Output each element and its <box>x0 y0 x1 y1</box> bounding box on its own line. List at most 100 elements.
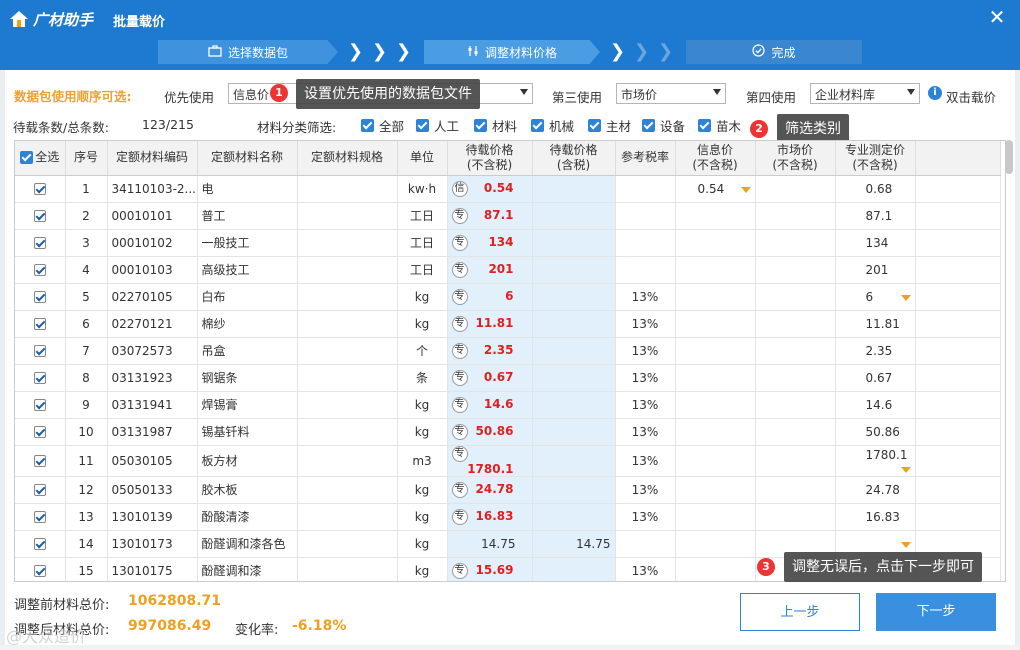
cell-pro-price[interactable]: 50.86 <box>835 418 916 446</box>
cell-pro-price[interactable]: 16.83 <box>835 503 916 531</box>
filter-main-material[interactable]: 主材 <box>588 116 631 135</box>
row-checkbox[interactable] <box>33 372 46 384</box>
row-checkbox[interactable] <box>33 237 46 249</box>
step-adjust-price[interactable]: 调整材料价格 <box>424 40 600 64</box>
row-checkbox[interactable] <box>33 399 46 411</box>
row-checkbox[interactable] <box>33 318 46 330</box>
price-value: 16.83 <box>475 508 514 523</box>
step-select-package[interactable]: 选择数据包 <box>158 40 338 64</box>
table-row[interactable]: 13 13010139 酚酸清漆 kg 专 16.83 13% 16.83 <box>15 503 1001 531</box>
cell-info-price[interactable] <box>675 283 756 311</box>
cell-pro-price[interactable]: 24.78 <box>835 476 916 504</box>
row-checkbox[interactable] <box>33 210 46 222</box>
row-checkbox[interactable] <box>33 484 46 496</box>
cell-price-in <box>532 310 616 338</box>
row-checkbox[interactable] <box>33 264 46 276</box>
table-row[interactable]: 7 03072573 吊盒 个专 2.35 13% 2.35 <box>15 337 1001 365</box>
cell-info-price[interactable] <box>675 364 756 392</box>
cell-unit: 工日 <box>397 229 448 257</box>
vertical-scrollbar[interactable] <box>1005 140 1013 174</box>
cell-name: 白布 <box>197 283 298 311</box>
table-row[interactable]: 9 03131941 焊锡膏 kg 专 14.6 13% 14.6 <box>15 391 1001 419</box>
cell-pro-price[interactable]: 201 <box>835 256 916 284</box>
filter-material[interactable]: 材料 <box>474 116 517 135</box>
cell-pro-price[interactable]: 6 <box>835 283 916 311</box>
cell-pro-price[interactable]: 2.35 <box>835 337 916 365</box>
step-finish[interactable]: 完成 <box>686 40 862 64</box>
cell-pro-price[interactable]: 134 <box>835 229 916 257</box>
table-row[interactable]: 12 05050133 胶木板 kg 专 24.78 13% 24.78 <box>15 476 1001 504</box>
checkbox[interactable] <box>361 119 374 132</box>
checkbox[interactable] <box>588 119 601 132</box>
table-row[interactable]: 2 00010101 普工 工日专 87.1 87.1 <box>15 202 1001 230</box>
cell-info-price[interactable] <box>675 337 756 365</box>
cell-pro-price[interactable]: 11.81 <box>835 310 916 338</box>
row-checkbox[interactable] <box>33 455 46 467</box>
tip-badge-2: 2 <box>750 120 768 138</box>
cell-unit: 个 <box>397 337 448 365</box>
filter-row: 待载条数/总条数: 123/215 材料分类筛选: 全部 人工 材料 机械 主材… <box>5 114 1015 144</box>
row-checkbox[interactable] <box>33 511 46 523</box>
filter-machine[interactable]: 机械 <box>531 116 574 135</box>
table-row[interactable]: 3 00010102 一般技工 工日专 134 134 <box>15 229 1001 257</box>
table-row[interactable]: 4 00010103 高级技工 工日专 201 201 <box>15 256 1001 284</box>
filter-labor[interactable]: 人工 <box>416 116 459 135</box>
checkbox[interactable] <box>474 119 487 132</box>
cell-info-price[interactable] <box>675 202 756 230</box>
cell-spec <box>297 202 398 230</box>
row-checkbox[interactable] <box>33 183 46 195</box>
cell-info-price[interactable] <box>675 445 756 477</box>
checkbox[interactable] <box>642 119 655 132</box>
cell-seq: 4 <box>65 256 108 284</box>
cell-info-price[interactable] <box>675 503 756 531</box>
cell-spec <box>297 229 398 257</box>
cell-name: 锡基钎料 <box>197 418 298 446</box>
cell-filler <box>915 310 1001 338</box>
col-select-all[interactable]: 全选 <box>15 141 66 176</box>
cell-info-price[interactable] <box>675 256 756 284</box>
row-checkbox[interactable] <box>33 291 46 303</box>
row-checkbox[interactable] <box>33 426 46 438</box>
dropdown-arrow-icon[interactable] <box>900 294 911 301</box>
filter-all[interactable]: 全部 <box>361 116 404 135</box>
table-row[interactable]: 11 05030105 板方材 m3 专 1780.1 13% 1780.1 <box>15 445 1001 477</box>
cell-info-price[interactable] <box>675 557 756 581</box>
cell-pro-price[interactable]: 14.6 <box>835 391 916 419</box>
background-window-strip <box>0 645 1020 650</box>
table-row[interactable]: 1 34110103-2... 电 kw·h 信 0.54 0.54 0.68 <box>15 175 1001 203</box>
cell-info-price[interactable] <box>675 391 756 419</box>
row-checkbox[interactable] <box>33 345 46 357</box>
checkbox[interactable] <box>698 119 711 132</box>
cell-info-price[interactable] <box>675 418 756 446</box>
dropdown-arrow-icon[interactable] <box>900 541 911 548</box>
cell-price-in <box>532 256 616 284</box>
table-row[interactable]: 8 03131923 钢锯条 条专 0.67 13% 0.67 <box>15 364 1001 392</box>
fourth-priority-select[interactable]: 企业材料库 <box>810 83 920 104</box>
cell-info-price[interactable]: 0.54 <box>675 175 756 203</box>
third-priority-select[interactable]: 市场价 <box>616 83 726 104</box>
cell-info-price[interactable] <box>675 530 756 558</box>
prev-button[interactable]: 上一步 <box>740 593 860 631</box>
cell-pro-price[interactable]: 87.1 <box>835 202 916 230</box>
table-row[interactable]: 10 03131987 锡基钎料 kg 专 50.86 13% 50.86 <box>15 418 1001 446</box>
row-checkbox[interactable] <box>33 565 46 577</box>
row-checkbox[interactable] <box>33 538 46 550</box>
cell-info-price[interactable] <box>675 310 756 338</box>
next-button[interactable]: 下一步 <box>876 593 996 631</box>
cell-pro-price[interactable]: 0.67 <box>835 364 916 392</box>
filter-seedling[interactable]: 苗木 <box>698 116 741 135</box>
checkbox[interactable] <box>531 119 544 132</box>
filter-equipment[interactable]: 设备 <box>642 116 685 135</box>
dropdown-arrow-icon[interactable] <box>900 467 911 473</box>
dropdown-arrow-icon[interactable] <box>740 186 751 193</box>
checkbox[interactable] <box>416 119 429 132</box>
table-row[interactable]: 5 02270105 白布 kg 专 6 13% 6 <box>15 283 1001 311</box>
table-row[interactable]: 6 02270121 棉纱 kg 专 11.81 13% 11.81 <box>15 310 1001 338</box>
cell-pro-price[interactable]: 0.68 <box>835 175 916 203</box>
close-icon[interactable]: ✕ <box>986 6 1008 28</box>
info-icon[interactable]: i <box>928 86 942 100</box>
cell-pro-price[interactable]: 1780.1 <box>835 445 916 477</box>
cell-code: 00010102 <box>107 229 198 257</box>
cell-info-price[interactable] <box>675 476 756 504</box>
cell-info-price[interactable] <box>675 229 756 257</box>
